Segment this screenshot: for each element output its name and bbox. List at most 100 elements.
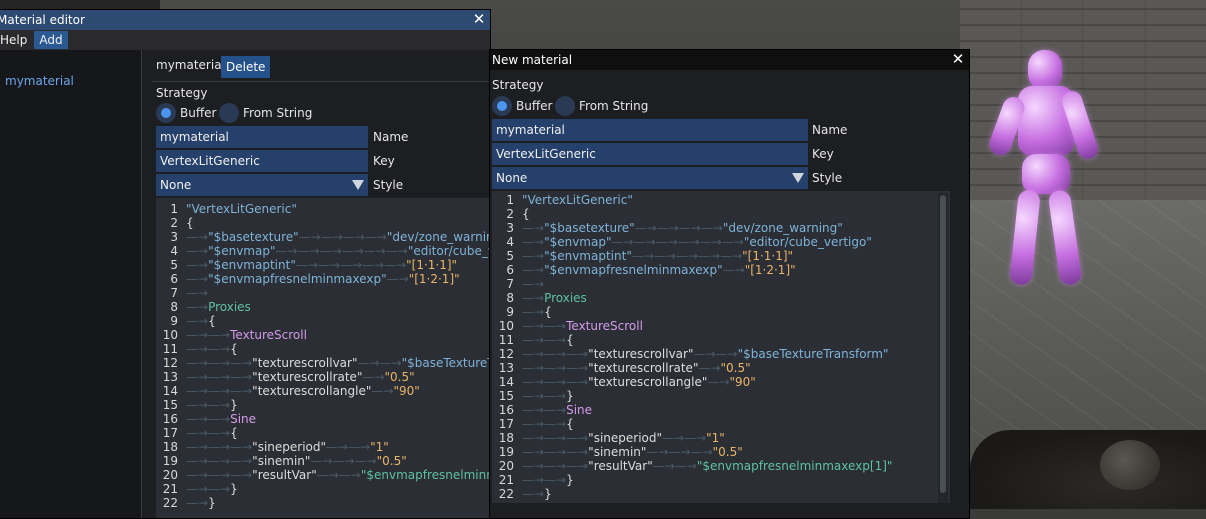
line-number: 15: [162, 398, 178, 412]
code-text: —→—→{: [186, 426, 238, 440]
line-number: 15: [498, 389, 514, 403]
tab-marker: —→: [522, 277, 545, 291]
material-editor-titlebar[interactable]: Material editor ✕: [0, 10, 490, 30]
code-token: "sineperiod": [588, 431, 663, 445]
tab-marker: —→—→: [186, 342, 231, 356]
material-list-item[interactable]: mymaterial: [5, 74, 74, 88]
game-weapon: [970, 430, 1206, 509]
line-number: 2: [170, 216, 178, 230]
tab-marker: —→: [186, 314, 209, 328]
line-number: 11: [162, 342, 178, 356]
code-text: —→—→TextureScroll: [522, 319, 643, 333]
key-input[interactable]: VertexLitGeneric: [492, 143, 808, 165]
style-dropdown[interactable]: None: [156, 174, 368, 196]
radio-from-string-label: From String: [579, 99, 649, 113]
material-list: mymaterial: [0, 50, 142, 518]
code-token: "$envmapfresnelminmaxexp[1]": [696, 459, 893, 473]
key-label: Key: [373, 154, 395, 168]
radio-buffer[interactable]: [156, 103, 176, 123]
code-token: }: [544, 487, 552, 501]
style-dropdown-value: None: [496, 171, 528, 185]
tab-marker: —→: [522, 235, 545, 249]
code-text: —→—→—→"resultVar"—→—→"$envmapfresnelminm…: [522, 459, 892, 473]
tab-marker: —→—→: [652, 459, 697, 473]
close-icon[interactable]: ✕: [951, 51, 965, 67]
material-title: mymaterial: [156, 58, 225, 72]
code-text: —→—→—→"texturescrollvar"—→—→"$baseTextur…: [522, 347, 889, 361]
tab-marker: —→: [362, 370, 385, 384]
line-number: 14: [162, 384, 178, 398]
close-icon[interactable]: ✕: [472, 11, 486, 27]
material-editor-window: Material editor ✕ Help Add mymaterial my…: [0, 9, 492, 519]
code-token: "[1·1·1]": [742, 249, 794, 263]
tab-marker: —→—→: [662, 431, 707, 445]
code-token: "0.5": [384, 370, 415, 384]
code-token: "dev/zone_warning": [386, 230, 492, 244]
line-number: 22: [498, 487, 514, 501]
tab-marker: —→: [186, 286, 209, 300]
radio-from-string[interactable]: [219, 103, 239, 123]
radio-buffer[interactable]: [492, 96, 512, 116]
code-text: "VertexLitGeneric": [522, 193, 633, 207]
tab-marker: —→—→—→—→—→—→: [275, 244, 408, 258]
code-token: }: [230, 482, 238, 496]
code-token: Proxies: [544, 291, 587, 305]
game-weapon-part: [1100, 440, 1160, 490]
code-token: {: [230, 342, 238, 356]
tab-marker: —→: [707, 375, 730, 389]
radio-buffer-label: Buffer: [516, 99, 553, 113]
line-number: 4: [506, 235, 514, 249]
code-token: "texturescrollangle": [588, 375, 708, 389]
tab-marker: —→—→—→: [522, 361, 589, 375]
line-number: 10: [498, 319, 514, 333]
code-text: —→—→TextureScroll: [186, 328, 307, 342]
code-token: "0.5": [720, 361, 751, 375]
tab-marker: —→—→—→: [522, 459, 589, 473]
tab-marker: —→—→: [522, 473, 567, 487]
code-token: "sinemin": [252, 454, 311, 468]
window-title: New material: [492, 53, 573, 67]
line-number: 18: [498, 431, 514, 445]
code-text: —→"$basetexture"—→—→—→—→"dev/zone_warnin…: [186, 230, 492, 244]
line-number: 12: [498, 347, 514, 361]
menu-help[interactable]: Help: [0, 31, 32, 49]
delete-button[interactable]: Delete: [221, 56, 271, 78]
tab-marker: —→—→: [326, 440, 371, 454]
name-input[interactable]: mymaterial: [156, 126, 368, 148]
code-token: {: [566, 417, 574, 431]
code-token: "$basetexture": [208, 230, 299, 244]
code-text: —→—→—→"texturescrollangle"—→"90": [186, 384, 420, 398]
code-token: {: [522, 207, 530, 221]
style-dropdown[interactable]: None: [492, 167, 808, 189]
line-number: 5: [506, 249, 514, 263]
tab-marker: —→—→—→—→—→—→: [611, 235, 744, 249]
new-material-window: New material ✕ Strategy Buffer From Stri…: [489, 49, 970, 519]
line-number: 16: [162, 412, 178, 426]
name-input[interactable]: mymaterial: [492, 119, 808, 141]
tab-marker: —→—→—→—→—→: [295, 258, 407, 272]
code-editor[interactable]: 1 "VertexLitGeneric" 2{3 —→"$basetexture"—→…: [156, 198, 492, 518]
chevron-down-icon: [792, 173, 804, 183]
radio-from-string[interactable]: [555, 96, 575, 116]
code-text: —→—→{: [186, 342, 238, 356]
line-number: 3: [170, 230, 178, 244]
scrollbar-thumb[interactable]: [940, 195, 946, 493]
code-token: {: [208, 314, 216, 328]
tab-marker: —→—→: [522, 333, 567, 347]
line-number: 14: [498, 375, 514, 389]
code-token: "$baseTextureTransform": [737, 347, 889, 361]
code-token: "$envmapfresnelminmaxexp": [208, 272, 387, 286]
line-number: 13: [162, 370, 178, 384]
tab-marker: —→—→—→: [186, 384, 253, 398]
tab-marker: —→: [522, 221, 545, 235]
line-number: 19: [162, 454, 178, 468]
tab-marker: —→—→—→: [522, 445, 589, 459]
code-editor[interactable]: 1 "VertexLitGeneric" 2{3 —→"$basetexture"—→…: [492, 191, 950, 503]
tab-marker: —→—→: [522, 417, 567, 431]
key-input[interactable]: VertexLitGeneric: [156, 150, 368, 172]
tab-marker: —→—→—→: [646, 445, 713, 459]
new-material-titlebar[interactable]: New material ✕: [490, 50, 969, 70]
menu-add[interactable]: Add: [34, 31, 68, 49]
code-text: —→—→}: [522, 389, 574, 403]
scrollbar[interactable]: [938, 193, 948, 503]
